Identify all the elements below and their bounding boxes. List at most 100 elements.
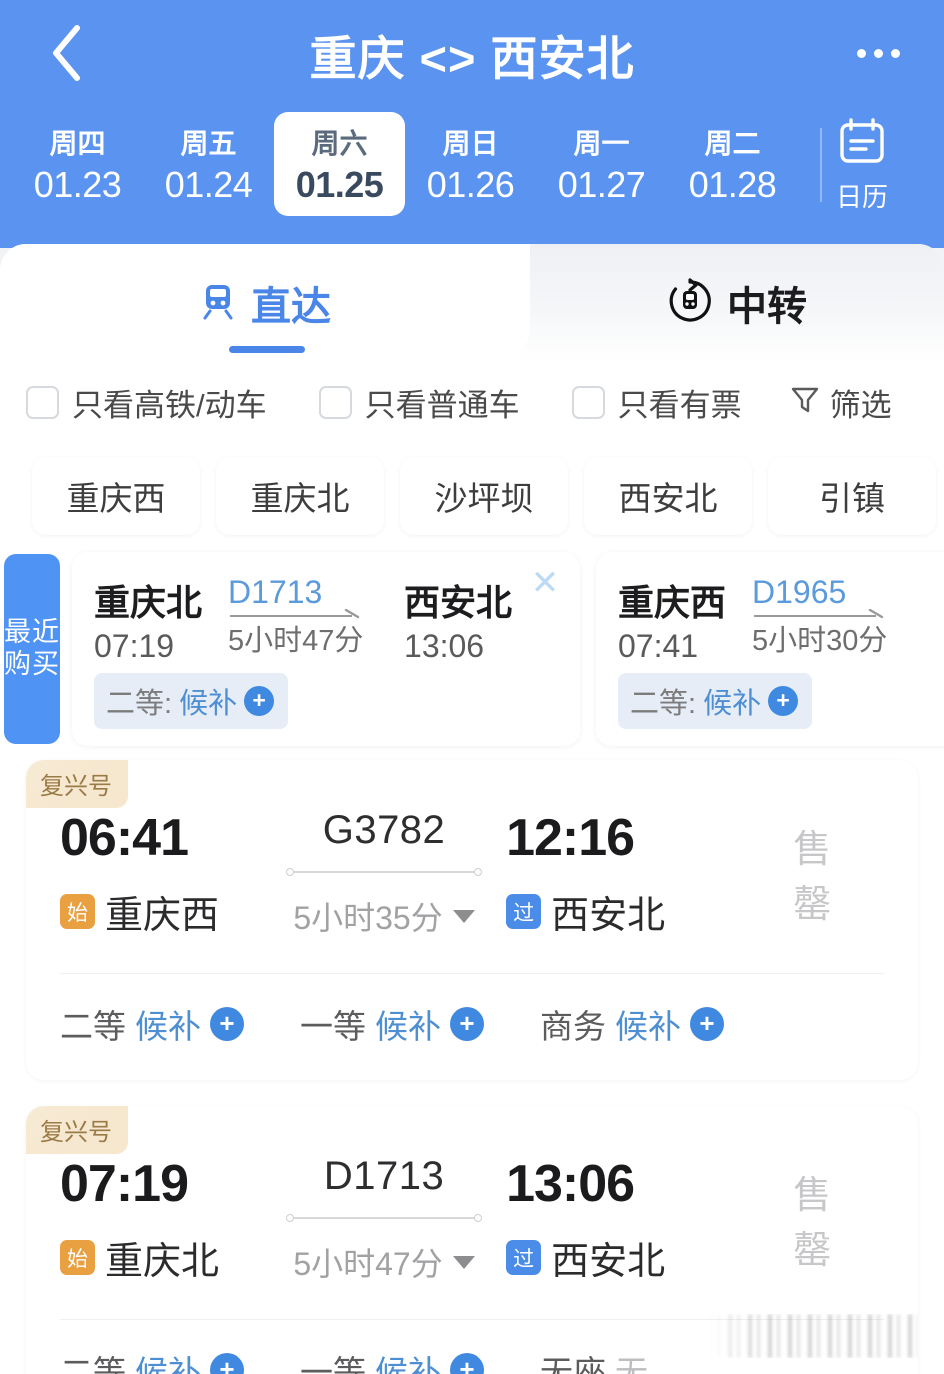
checkbox-label: 只看有票 (617, 387, 742, 423)
seat-class-item[interactable]: 二等 候补 + (60, 1346, 244, 1374)
recent-seat-chip[interactable]: 二等: 候补 + (618, 673, 813, 729)
seat-class-name: 二等 (60, 1008, 126, 1045)
back-button[interactable] (34, 18, 98, 88)
calendar-icon (835, 114, 889, 173)
filter-button-label: 筛选 (829, 387, 892, 423)
tab-transfer-label: 中转 (727, 285, 807, 329)
chevron-down-icon[interactable] (452, 909, 475, 923)
date-number: 01.23 (33, 164, 122, 205)
train-transfer-icon (667, 277, 713, 329)
plus-icon[interactable]: + (244, 686, 275, 716)
date-tab-4[interactable]: 周一 01.27 (536, 112, 667, 216)
station-chip[interactable]: 重庆北 (216, 457, 384, 535)
duration-bar (290, 871, 479, 873)
date-tab-0[interactable]: 周四 01.23 (12, 112, 143, 216)
station-chip[interactable]: 引镇 (768, 457, 936, 535)
recent-seat-name: 二等: (630, 688, 697, 720)
duration-row[interactable]: 5小时47分 (293, 1239, 475, 1285)
tab-direct[interactable]: 直达 (0, 244, 530, 362)
train-middle-block: D1713 5小时47分 (262, 1154, 506, 1285)
recent-duration: 5小时30分 (752, 625, 888, 657)
tab-direct-label: 直达 (251, 285, 331, 329)
train-number: G3782 (322, 808, 446, 852)
train-type-badge: 复兴号 (26, 760, 128, 808)
plus-icon[interactable]: + (768, 686, 799, 716)
date-tab-1[interactable]: 周五 01.24 (143, 112, 274, 216)
origin-flag-badge: 始 (60, 1240, 95, 1275)
tab-transfer[interactable]: 中转 (530, 244, 944, 362)
plus-icon[interactable]: + (210, 1007, 244, 1041)
station-chip[interactable]: 西安北 (584, 457, 752, 535)
train-result-list: 复兴号 06:41 始 重庆西 G3782 5小时35分 12:16 过 西安北… (0, 760, 944, 1374)
checkbox-box[interactable] (318, 385, 352, 419)
checkbox-box[interactable] (571, 385, 605, 419)
recent-purchase-card[interactable]: 重庆西 07:41 D1965 5小时30分 二等: 候补 + (596, 552, 944, 746)
date-weekday: 周四 (49, 128, 106, 159)
arrive-station-row: 过 西安北 (506, 1230, 793, 1285)
recent-purchase-card[interactable]: 重庆北 07:19 D1713 5小时47分 西安北 13:06 二等: 候补 … (72, 552, 580, 746)
checkbox-box[interactable] (26, 385, 59, 419)
tab-active-underline (229, 346, 305, 353)
plus-icon[interactable]: + (210, 1353, 244, 1374)
seat-class-name: 一等 (300, 1354, 366, 1374)
station-chip-row[interactable]: 重庆西 重庆北 沙坪坝 西安北 引镇 (0, 448, 944, 544)
recent-purchase-tag: 最近购买 (4, 554, 60, 744)
checkbox-high-speed-only[interactable]: 只看高铁/动车 (26, 380, 267, 425)
tab-bar: 直达 中转 (0, 244, 944, 362)
date-number: 01.26 (426, 164, 515, 205)
arrive-time: 13:06 (506, 1155, 635, 1213)
duration-line-icon (286, 865, 483, 879)
train-arrive-block: 13:06 过 西安北 (506, 1154, 793, 1285)
station-chip[interactable]: 重庆西 (32, 457, 200, 535)
checkbox-label: 只看高铁/动车 (72, 387, 267, 423)
seat-class-item[interactable]: 一等 候补 + (300, 1346, 484, 1374)
nav-bar: 重庆 <> 西安北 (0, 0, 944, 108)
date-tab-5[interactable]: 周二 01.28 (667, 112, 798, 216)
calendar-divider (820, 128, 822, 202)
date-tab-2-selected[interactable]: 周六 01.25 (274, 112, 405, 216)
seat-class-item[interactable]: 一等 候补 + (300, 1000, 484, 1048)
date-tab-3[interactable]: 周日 01.26 (405, 112, 536, 216)
station-chip[interactable]: 沙坪坝 (400, 457, 568, 535)
more-button[interactable] (846, 26, 910, 80)
calendar-button[interactable]: 日历 (806, 112, 918, 216)
recent-middle-block: D1713 5小时47分 (228, 574, 378, 657)
duration-dot-left (286, 868, 295, 876)
chevron-down-icon[interactable] (452, 1255, 475, 1269)
train-card-main: 06:41 始 重庆西 G3782 5小时35分 12:16 过 西安北 售罄 (26, 760, 918, 939)
seat-class-value: 候补 (375, 1354, 441, 1374)
train-card[interactable]: 复兴号 06:41 始 重庆西 G3782 5小时35分 12:16 过 西安北… (26, 760, 918, 1080)
recent-seat-value: 候补 (703, 688, 762, 720)
date-weekday: 周五 (180, 128, 237, 159)
plus-icon[interactable]: + (450, 1007, 484, 1041)
arrive-station: 西安北 (551, 895, 666, 937)
plus-icon[interactable]: + (450, 1353, 484, 1374)
seat-class-item[interactable]: 二等 候补 + (60, 1000, 244, 1048)
funnel-icon (790, 384, 820, 421)
train-middle-block: G3782 5小时35分 (262, 808, 506, 939)
checkbox-normal-only[interactable]: 只看普通车 (318, 380, 520, 425)
train-arrive-block: 12:16 过 西安北 (506, 808, 793, 939)
recent-card-top: 重庆北 07:19 D1713 5小时47分 西安北 13:06 (94, 574, 560, 665)
duration-text: 5小时35分 (293, 900, 443, 936)
close-icon[interactable]: ✕ (518, 556, 572, 610)
recent-arrive-block: 西安北 13:06 (404, 574, 512, 665)
recent-seat-chip[interactable]: 二等: 候补 + (94, 673, 289, 729)
checkbox-available-only[interactable]: 只看有票 (571, 380, 742, 425)
arrive-station-row: 过 西安北 (506, 884, 793, 939)
duration-row[interactable]: 5小时35分 (293, 893, 475, 939)
date-weekday: 周一 (573, 128, 630, 159)
seat-class-name: 商务 (540, 1008, 606, 1045)
duration-line-icon (286, 1211, 483, 1225)
more-dot (890, 48, 900, 58)
status-badge: 售罄 (793, 829, 832, 926)
date-number: 01.27 (557, 164, 646, 205)
train-icon (199, 281, 237, 326)
date-number: 01.24 (164, 164, 253, 205)
depart-station: 重庆北 (105, 1241, 220, 1283)
seat-class-item[interactable]: 商务 候补 + (540, 1000, 724, 1048)
filter-button[interactable]: 筛选 (790, 380, 892, 425)
app-screen: 重庆 <> 西安北 周四 01.23 周五 01.24 周六 01.25 周日 (0, 0, 944, 1374)
recent-card-top: 重庆西 07:41 D1965 5小时30分 (618, 574, 944, 665)
plus-icon[interactable]: + (690, 1007, 724, 1041)
